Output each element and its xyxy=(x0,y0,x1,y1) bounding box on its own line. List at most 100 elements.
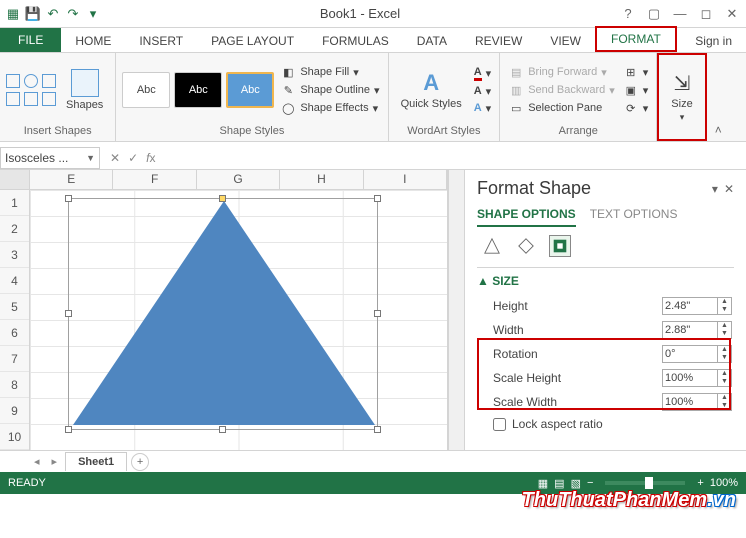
section-size[interactable]: ▲ SIZE xyxy=(477,274,734,288)
sheet-nav-next-icon[interactable]: ▸ xyxy=(48,455,62,468)
row-header[interactable]: 6 xyxy=(0,320,29,346)
tab-file[interactable]: FILE xyxy=(0,28,61,52)
resize-handle[interactable] xyxy=(65,310,72,317)
row-header[interactable]: 7 xyxy=(0,346,29,372)
resize-handle[interactable] xyxy=(65,195,72,202)
prop-lock-aspect[interactable]: Lock aspect ratio xyxy=(477,414,734,434)
width-stepper[interactable]: ▲▼ xyxy=(718,321,732,339)
fx-icon[interactable]: fx xyxy=(146,151,155,165)
shape-outline-button[interactable]: ✎Shape Outline ▾ xyxy=(278,82,381,98)
tab-insert[interactable]: INSERT xyxy=(125,30,197,52)
zoom-level[interactable]: 100% xyxy=(710,477,738,489)
zoom-out-icon[interactable]: − xyxy=(587,477,593,489)
select-all-corner[interactable] xyxy=(0,170,30,189)
scale-width-stepper[interactable]: ▲▼ xyxy=(718,393,732,411)
scale-width-input[interactable]: 100% xyxy=(662,393,718,411)
undo-icon[interactable]: ↶ xyxy=(44,5,62,23)
lock-aspect-checkbox[interactable] xyxy=(493,418,506,431)
pane-menu-icon[interactable]: ▾ xyxy=(712,182,718,196)
send-backward-button[interactable]: ▥Send Backward ▾ xyxy=(506,82,617,98)
rotate-handle[interactable] xyxy=(219,195,226,202)
resize-handle[interactable] xyxy=(65,426,72,433)
row-header[interactable]: 9 xyxy=(0,398,29,424)
shape-selection[interactable] xyxy=(68,198,378,430)
align-button[interactable]: ⊞▾ xyxy=(621,64,651,80)
cells-area[interactable] xyxy=(30,190,447,450)
row-header[interactable]: 2 xyxy=(0,216,29,242)
view-page-break-icon[interactable]: ▧ xyxy=(571,477,581,490)
enter-formula-icon[interactable]: ✓ xyxy=(128,151,138,165)
row-header[interactable]: 3 xyxy=(0,242,29,268)
save-icon[interactable]: 💾 xyxy=(24,5,42,23)
rotate-button[interactable]: ⟳▾ xyxy=(621,100,651,116)
customize-qat-icon[interactable]: ▾ xyxy=(84,5,102,23)
tab-formulas[interactable]: FORMULAS xyxy=(308,30,403,52)
rotation-stepper[interactable]: ▲▼ xyxy=(718,345,732,363)
resize-handle[interactable] xyxy=(374,310,381,317)
size-button[interactable]: ⇲ Size ▾ xyxy=(665,67,698,127)
tab-home[interactable]: HOME xyxy=(61,30,125,52)
text-outline-button[interactable]: A ▾ xyxy=(472,84,493,99)
zoom-in-icon[interactable]: + xyxy=(697,477,703,489)
isosceles-triangle-shape[interactable] xyxy=(73,201,375,425)
redo-icon[interactable]: ↷ xyxy=(64,5,82,23)
signin-link[interactable]: Sign in xyxy=(681,30,746,52)
size-properties-icon[interactable] xyxy=(549,235,571,257)
sheet-nav-prev-icon[interactable]: ◂ xyxy=(30,455,44,468)
height-stepper[interactable]: ▲▼ xyxy=(718,297,732,315)
help-icon[interactable]: ? xyxy=(618,6,638,21)
style-preset-1[interactable]: Abc xyxy=(122,72,170,108)
effects-icon[interactable] xyxy=(515,235,537,257)
worksheet-grid[interactable]: E F G H I 1 2 3 4 5 6 7 8 9 10 xyxy=(0,170,448,450)
quick-styles-button[interactable]: A Quick Styles xyxy=(395,66,468,114)
tab-data[interactable]: DATA xyxy=(403,30,461,52)
vertical-scrollbar[interactable] xyxy=(448,170,464,450)
view-page-layout-icon[interactable]: ▤ xyxy=(554,477,564,490)
row-header[interactable]: 1 xyxy=(0,190,29,216)
cancel-formula-icon[interactable]: ✕ xyxy=(110,151,120,165)
tab-format[interactable]: FORMAT xyxy=(595,26,677,52)
sheet-tab[interactable]: Sheet1 xyxy=(65,452,127,471)
shapes-button[interactable]: Shapes xyxy=(60,65,109,115)
tab-view[interactable]: VIEW xyxy=(536,30,595,52)
group-button[interactable]: ▣▾ xyxy=(621,82,651,98)
rotation-input[interactable]: 0° xyxy=(662,345,718,363)
collapse-ribbon-icon[interactable]: ˄ xyxy=(707,119,730,141)
tab-review[interactable]: REVIEW xyxy=(461,30,536,52)
style-preset-2[interactable]: Abc xyxy=(174,72,222,108)
scale-height-input[interactable]: 100% xyxy=(662,369,718,387)
resize-handle[interactable] xyxy=(219,426,226,433)
row-header[interactable]: 5 xyxy=(0,294,29,320)
add-sheet-button[interactable]: + xyxy=(131,453,149,471)
width-input[interactable]: 2.88" xyxy=(662,321,718,339)
restore-icon[interactable]: ◻ xyxy=(696,6,716,22)
height-input[interactable]: 2.48" xyxy=(662,297,718,315)
selection-pane-button[interactable]: ▭Selection Pane xyxy=(506,100,617,116)
shape-gallery[interactable] xyxy=(6,74,56,106)
shape-fill-button[interactable]: ◧Shape Fill ▾ xyxy=(278,64,381,80)
row-header[interactable]: 10 xyxy=(0,424,29,450)
style-preset-3[interactable]: Abc xyxy=(226,72,274,108)
ribbon-display-icon[interactable]: ▢ xyxy=(644,6,664,22)
col-header[interactable]: I xyxy=(364,170,447,189)
shape-effects-button[interactable]: ◯Shape Effects ▾ xyxy=(278,100,381,116)
text-fill-button[interactable]: A ▾ xyxy=(472,65,493,82)
formula-input[interactable] xyxy=(165,147,746,169)
col-header[interactable]: F xyxy=(113,170,196,189)
col-header[interactable]: G xyxy=(197,170,280,189)
name-box[interactable]: Isosceles ...▼ xyxy=(0,147,100,169)
text-effects-button[interactable]: A ▾ xyxy=(472,101,493,116)
bring-forward-button[interactable]: ▤Bring Forward ▾ xyxy=(506,64,617,80)
row-header[interactable]: 4 xyxy=(0,268,29,294)
resize-handle[interactable] xyxy=(374,195,381,202)
row-header[interactable]: 8 xyxy=(0,372,29,398)
zoom-slider[interactable] xyxy=(605,481,685,485)
fill-line-icon[interactable] xyxy=(481,235,503,257)
minimize-icon[interactable]: — xyxy=(670,6,690,21)
scale-height-stepper[interactable]: ▲▼ xyxy=(718,369,732,387)
col-header[interactable]: H xyxy=(280,170,363,189)
tab-shape-options[interactable]: SHAPE OPTIONS xyxy=(477,207,576,227)
resize-handle[interactable] xyxy=(374,426,381,433)
close-icon[interactable]: ✕ xyxy=(722,6,742,22)
tab-text-options[interactable]: TEXT OPTIONS xyxy=(590,207,678,227)
